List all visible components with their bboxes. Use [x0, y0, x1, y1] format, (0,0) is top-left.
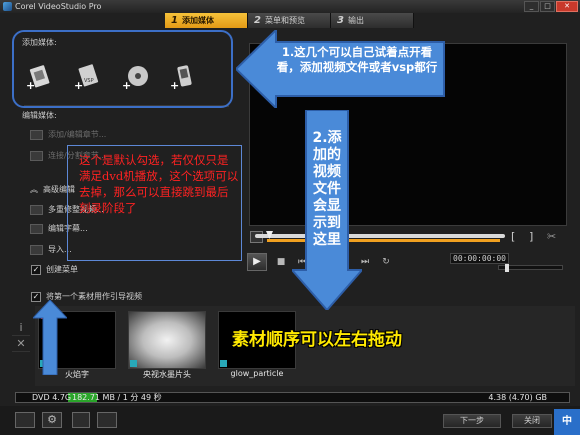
ime-indicator[interactable]: 中 [554, 409, 580, 435]
stop-button[interactable]: ■ [274, 255, 288, 269]
tab-label: 菜单和预览 [264, 16, 305, 25]
gear-icon[interactable]: ⚙ [42, 412, 62, 428]
info-icon[interactable]: i [12, 320, 30, 336]
next-button[interactable]: 下一步 [443, 414, 501, 428]
bottom-toolbar: ⚙ 下一步 关闭 中 [0, 406, 580, 435]
video-badge-icon [130, 360, 137, 367]
title-bar: Corel VideoStudio Pro _ □ ✕ [0, 0, 580, 13]
mark-out-button[interactable]: ] [529, 230, 533, 243]
mark-in-button[interactable]: [ [511, 230, 515, 243]
tab-label: 输出 [347, 16, 364, 25]
maximize-button[interactable]: □ [540, 1, 555, 12]
close-button[interactable]: 关闭 [512, 414, 552, 428]
remove-clip-icon[interactable]: ✕ [12, 336, 30, 352]
disc-capacity-bar: DVD 4.7G 182.71 MB / 1 分 49 秒 4.38 (4.70… [15, 392, 570, 403]
collapse-chevron-icon: ︽ [30, 185, 38, 194]
split-icon [30, 150, 43, 161]
clip-thumbnail[interactable] [128, 311, 206, 369]
timecode-display[interactable]: 00:00:00:00 [450, 253, 509, 264]
import-icon [30, 244, 43, 255]
clip-label: 央视水墨片头 [143, 370, 191, 379]
output-options-icon[interactable] [97, 412, 117, 428]
annotation-text-2: 2.添加的视频文件会显示到这里 [312, 130, 342, 248]
create-menu-option[interactable]: ✓ 创建菜单 [31, 264, 78, 275]
tab-menu-preview[interactable]: 2 菜单和预览 [248, 13, 331, 28]
annotation-drag-order: 素材顺序可以左右拖动 [232, 330, 402, 350]
repeat-button[interactable]: ↻ [379, 255, 393, 269]
minimize-button[interactable]: _ [524, 1, 539, 12]
tab-number: 3 [337, 15, 344, 26]
tab-label: 添加媒体 [181, 16, 214, 25]
edit-media-heading: 编辑媒体: [22, 111, 57, 120]
disc-used-text: 182.71 MB / 1 分 49 秒 [72, 393, 162, 402]
tab-number: 1 [171, 15, 178, 26]
strip-tools: i ✕ [12, 320, 32, 352]
edit-chapters-item[interactable]: 添加/编辑章节... [30, 129, 106, 140]
subtitle-icon [30, 223, 43, 234]
video-badge-icon [220, 360, 227, 367]
annotation-arrow-up [33, 300, 67, 375]
annotation-box-media [12, 30, 233, 108]
app-window: Corel VideoStudio Pro _ □ ✕ 1 添加媒体 2 菜单和… [0, 0, 580, 435]
tab-output[interactable]: 3 输出 [331, 13, 414, 28]
app-logo-icon [3, 2, 12, 11]
step-tabs: 1 添加媒体 2 菜单和预览 3 输出 [165, 13, 414, 28]
play-button[interactable]: ▶ [247, 253, 267, 271]
disc-capacity-text: 4.38 (4.70) GB [488, 393, 547, 402]
disc-format-icon[interactable] [72, 412, 90, 428]
create-menu-label: 创建菜单 [46, 265, 78, 274]
import-item[interactable]: 导入... [30, 244, 72, 255]
window-title: Corel VideoStudio Pro [15, 2, 102, 11]
multi-trim-icon [30, 204, 43, 215]
project-settings-icon[interactable] [15, 412, 35, 428]
window-controls: _ □ ✕ [524, 1, 578, 12]
chapter-icon [30, 129, 43, 140]
cut-button[interactable]: ✂ [547, 230, 556, 243]
volume-slider[interactable] [498, 264, 563, 272]
annotation-note-text: 这个是默认勾选，若仅仅只是满足dvd机播放，这个选项可以去掉，那么可以直接跳到最… [79, 153, 239, 215]
create-menu-checkbox[interactable]: ✓ [31, 264, 41, 275]
tab-number: 2 [254, 15, 261, 26]
annotation-text-1: 1.这几个可以自己试着点开看看，添加视频文件或者vsp都行 [276, 45, 438, 74]
tab-add-media[interactable]: 1 添加媒体 [165, 13, 248, 28]
volume-slider-knob[interactable] [505, 264, 509, 272]
edit-chapters-label: 添加/编辑章节... [48, 130, 107, 139]
disc-type[interactable]: DVD 4.7G [32, 393, 71, 402]
close-window-button[interactable]: ✕ [556, 1, 578, 12]
clip-label: glow_particle [230, 369, 284, 378]
